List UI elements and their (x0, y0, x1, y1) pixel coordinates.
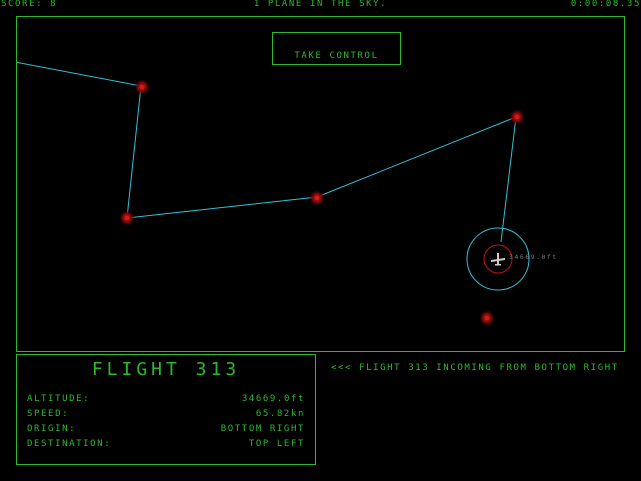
incoming-flight-ticker: <<< FLIGHT 313 INCOMING FROM BOTTOM RIGH… (331, 363, 619, 373)
flight-info-panel: FLIGHT 313 ALTITUDE: 34669.0ft SPEED: 65… (16, 354, 316, 465)
flight-route-path (17, 61, 517, 243)
radar-screen[interactable]: 34669.0ft (16, 16, 625, 352)
speed-row: SPEED: 65.82kn (27, 409, 305, 421)
waypoint-marker[interactable] (309, 190, 325, 206)
destination-key: DESTINATION: (27, 439, 112, 449)
radar-canvas: 34669.0ft (17, 61, 558, 326)
origin-value: BOTTOM RIGHT (220, 424, 305, 434)
altitude-row: ALTITUDE: 34669.0ft (27, 394, 305, 406)
elapsed-time-clock: 0:00:08.35 (570, 0, 641, 9)
destination-row: DESTINATION: TOP LEFT (27, 439, 305, 451)
airplane-icon[interactable] (491, 253, 505, 266)
waypoint-marker[interactable] (119, 210, 135, 226)
speed-value: 65.82kn (255, 409, 305, 419)
altitude-key: ALTITUDE: (27, 394, 91, 404)
altitude-value: 34669.0ft (241, 394, 305, 404)
origin-row: ORIGIN: BOTTOM RIGHT (27, 424, 305, 436)
waypoint-marker[interactable] (509, 109, 525, 125)
plane-altitude-label: 34669.0ft (509, 253, 558, 261)
flight-title: FLIGHT 313 (91, 359, 241, 380)
origin-key: ORIGIN: (27, 424, 77, 434)
planes-in-sky-status: 1 PLANE IN THE SKY. (253, 0, 388, 9)
destination-value: TOP LEFT (248, 439, 305, 449)
take-control-button[interactable]: TAKE CONTROL (272, 32, 401, 65)
waypoint-marker[interactable] (479, 310, 495, 326)
waypoint-marker[interactable] (134, 79, 150, 95)
speed-key: SPEED: (27, 409, 70, 419)
